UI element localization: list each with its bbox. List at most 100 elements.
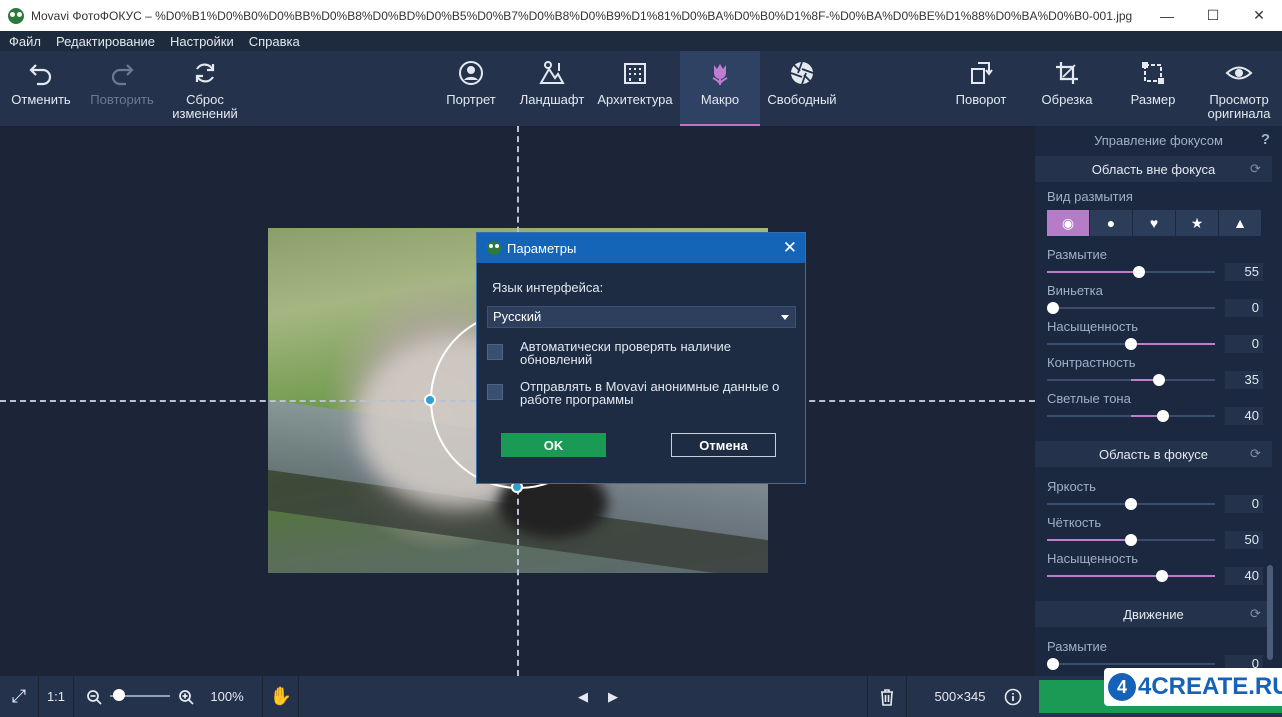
check-updates-row[interactable]: Автоматически проверять наличие обновлен… <box>487 340 797 366</box>
cancel-button[interactable]: Отмена <box>671 433 776 457</box>
circle-blur-icon[interactable]: ● <box>1090 210 1133 236</box>
mode-architecture[interactable]: Архитектура <box>592 51 678 126</box>
slider-label-brightness: Яркость <box>1047 479 1096 494</box>
preview-original-button[interactable]: Просмотр оригинала <box>1198 51 1280 126</box>
brightness-slider[interactable] <box>1047 498 1215 510</box>
slider-knob[interactable] <box>1153 374 1165 386</box>
crop-button[interactable]: Обрезка <box>1030 51 1104 126</box>
brightness-value[interactable]: 0 <box>1225 495 1263 513</box>
focus-saturation-slider[interactable] <box>1047 570 1215 582</box>
slider-knob[interactable] <box>1125 498 1137 510</box>
heart-blur-icon[interactable]: ♥ <box>1133 210 1176 236</box>
slider-knob[interactable] <box>1047 302 1059 314</box>
language-value: Русский <box>493 309 542 324</box>
slider-fill <box>1131 343 1215 345</box>
undo-icon <box>29 64 52 86</box>
sharpness-slider[interactable] <box>1047 534 1215 546</box>
saturation-value[interactable]: 0 <box>1225 335 1263 353</box>
menu-edit[interactable]: Редактирование <box>56 34 155 49</box>
menu-settings[interactable]: Настройки <box>170 34 234 49</box>
reset-icon <box>195 63 215 83</box>
undo-button[interactable]: Отменить <box>2 51 80 126</box>
menu-file[interactable]: Файл <box>9 34 41 49</box>
send-data-checkbox[interactable] <box>487 384 503 400</box>
panel-header: Управление фокусом ? <box>1035 126 1282 154</box>
minimize-button[interactable]: — <box>1144 0 1190 31</box>
fit-to-screen-icon[interactable]: ⤢ <box>0 676 38 717</box>
help-icon[interactable]: ? <box>1261 131 1270 148</box>
highlights-slider[interactable] <box>1047 410 1215 422</box>
language-label: Язык интерфейса: <box>492 280 604 295</box>
resize-icon <box>1142 62 1164 84</box>
focus-panel: Управление фокусом ? Область вне фокуса … <box>1035 126 1282 676</box>
info-icon[interactable] <box>1000 676 1026 717</box>
slider-track <box>1047 307 1215 309</box>
previous-image-icon[interactable]: ◀ <box>572 676 594 717</box>
check-updates-label: Автоматически проверять наличие обновлен… <box>520 339 731 367</box>
focus-saturation-value[interactable]: 40 <box>1225 567 1263 585</box>
triangle-blur-icon[interactable]: ▲ <box>1219 210 1262 236</box>
dialog-owl-icon <box>487 241 501 255</box>
contrast-slider[interactable] <box>1047 374 1215 386</box>
focus-handle-left[interactable] <box>424 394 436 406</box>
mode-landscape[interactable]: Ландшафт <box>512 51 592 126</box>
reset-button[interactable]: Сброс изменений <box>164 51 246 126</box>
slider-knob[interactable] <box>1157 410 1169 422</box>
vignette-slider[interactable] <box>1047 302 1215 314</box>
check-updates-checkbox[interactable] <box>487 344 503 360</box>
zoom-slider-knob[interactable] <box>113 689 125 701</box>
slider-label-vignette: Виньетка <box>1047 283 1103 298</box>
crop-icon <box>1056 62 1078 84</box>
close-window-button[interactable]: ✕ <box>1236 0 1282 31</box>
contrast-value[interactable]: 35 <box>1225 371 1263 389</box>
send-data-label: Отправлять в Movavi анонимные данные о р… <box>520 379 780 407</box>
sharpness-value[interactable]: 50 <box>1225 531 1263 549</box>
section-out-of-focus-title: Область вне фокуса <box>1091 161 1216 177</box>
section-in-focus-title: Область в фокусе <box>1099 446 1208 462</box>
section-motion-title: Движение <box>1123 606 1184 622</box>
one-to-one-button[interactable]: 1:1 <box>39 676 73 717</box>
radial-blur-icon[interactable]: ◉ <box>1047 210 1090 236</box>
hand-tool-icon[interactable]: ✋ <box>264 676 298 717</box>
language-select[interactable]: Русский <box>487 306 796 328</box>
reset-section-icon[interactable]: ⟳ <box>1250 606 1264 621</box>
reset-section-icon[interactable]: ⟳ <box>1250 161 1264 176</box>
slider-label-blur: Размытие <box>1047 247 1108 262</box>
slider-knob[interactable] <box>1133 266 1145 278</box>
mode-macro[interactable]: Макро <box>680 51 760 126</box>
separator <box>73 676 74 717</box>
panel-scrollbar[interactable] <box>1267 565 1273 660</box>
rotate-button[interactable]: Поворот <box>944 51 1018 126</box>
next-image-icon[interactable]: ▶ <box>602 676 624 717</box>
dialog-title: Параметры <box>507 240 577 256</box>
maximize-button[interactable]: ☐ <box>1190 0 1236 31</box>
blur-value[interactable]: 55 <box>1225 263 1263 281</box>
slider-knob[interactable] <box>1047 658 1059 670</box>
redo-icon <box>111 64 134 86</box>
dialog-close-icon[interactable]: ✕ <box>783 238 797 258</box>
reset-section-icon[interactable]: ⟳ <box>1250 446 1264 461</box>
window-titlebar: Movavi ФотоФОКУС – %D0%B1%D0%B0%D0%BB%D0… <box>0 0 1282 31</box>
send-data-row[interactable]: Отправлять в Movavi анонимные данные о р… <box>487 380 797 406</box>
vignette-value[interactable]: 0 <box>1225 299 1263 317</box>
zoom-out-icon[interactable] <box>84 676 104 717</box>
redo-button[interactable]: Повторить <box>82 51 162 126</box>
macro-flower-icon <box>712 64 728 85</box>
saturation-slider[interactable] <box>1047 338 1215 350</box>
star-blur-icon[interactable]: ★ <box>1176 210 1219 236</box>
mode-free[interactable]: Свободный <box>762 51 842 126</box>
rotate-icon <box>971 62 993 84</box>
slider-fill <box>1047 271 1139 273</box>
menu-help[interactable]: Справка <box>249 34 300 49</box>
slider-label-focus-saturation: Насыщенность <box>1047 551 1139 566</box>
zoom-in-icon[interactable] <box>176 676 196 717</box>
ok-button[interactable]: OK <box>501 433 606 457</box>
resize-button[interactable]: Размер <box>1116 51 1190 126</box>
slider-knob[interactable] <box>1125 338 1137 350</box>
slider-knob[interactable] <box>1156 570 1168 582</box>
blur-slider[interactable] <box>1047 266 1215 278</box>
trash-icon[interactable] <box>868 676 906 717</box>
highlights-value[interactable]: 40 <box>1225 407 1263 425</box>
mode-portrait[interactable]: Портрет <box>436 51 506 126</box>
slider-knob[interactable] <box>1125 534 1137 546</box>
